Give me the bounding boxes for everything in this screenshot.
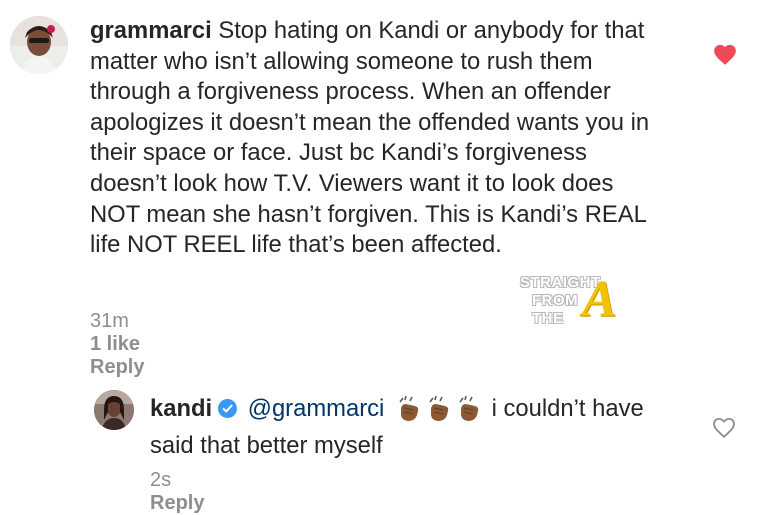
- clapping-hands-icon: [455, 395, 483, 431]
- likes-count[interactable]: 1 like: [90, 333, 140, 355]
- timestamp: 2s: [150, 469, 172, 491]
- comment-text: Stop hating on Kandi or anybody for that…: [90, 17, 650, 259]
- verified-badge-icon: [218, 399, 238, 418]
- timestamp: 31m: [90, 310, 129, 332]
- heart-filled-icon[interactable]: [712, 42, 738, 71]
- profile-photo-icon: [94, 390, 134, 430]
- clapping-hands-icon: [425, 395, 453, 431]
- comment-meta: 31m 1 like Reply: [90, 310, 178, 379]
- profile-photo-icon: [10, 16, 68, 74]
- comment-body: grammarci Stop hating on Kandi or anybod…: [90, 16, 650, 261]
- comment-body: kandi @grammarci i couldn’t have said th…: [150, 394, 690, 461]
- avatar[interactable]: [10, 16, 68, 74]
- watermark-logo: STRAIGHT FROM THE A: [520, 271, 650, 332]
- username[interactable]: kandi: [150, 395, 212, 422]
- reply-button[interactable]: Reply: [90, 356, 144, 378]
- watermark-line3: THE: [532, 310, 564, 327]
- watermark-line2: FROM: [532, 292, 579, 309]
- avatar[interactable]: [94, 390, 134, 430]
- mention-link[interactable]: @grammarci: [248, 395, 385, 422]
- comment-meta: 2s Reply: [150, 469, 238, 515]
- watermark-logo-letter: A: [582, 271, 617, 328]
- heart-outline-icon[interactable]: [711, 415, 737, 444]
- username[interactable]: grammarci: [90, 17, 212, 44]
- clapping-hands-emoji-group: [395, 395, 492, 422]
- reply-button[interactable]: Reply: [150, 492, 204, 514]
- clapping-hands-icon: [395, 395, 423, 431]
